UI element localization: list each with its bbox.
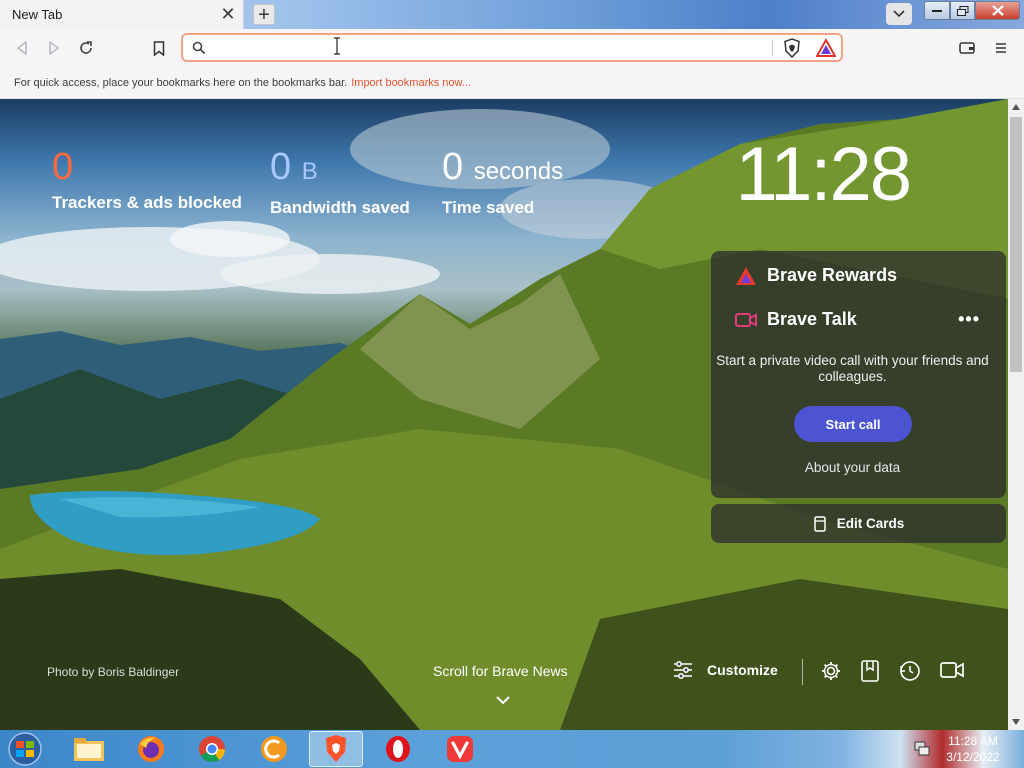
- address-bar[interactable]: [181, 33, 843, 62]
- back-icon[interactable]: [9, 35, 35, 61]
- window-minimize-button[interactable]: [924, 1, 950, 20]
- vivaldi-icon[interactable]: [433, 731, 487, 767]
- brave-rewards-title: Brave Rewards: [767, 265, 898, 285]
- time-unit: seconds: [473, 158, 564, 185]
- file-explorer-icon[interactable]: [62, 731, 116, 767]
- chevron-down-icon[interactable]: [495, 692, 511, 710]
- scroll-for-brave-news[interactable]: Scroll for Brave News: [433, 663, 568, 679]
- bookmark-icon[interactable]: [146, 35, 172, 61]
- network-icon[interactable]: [914, 740, 930, 761]
- system-time: 11:28 AM: [948, 734, 998, 748]
- bandwidth-value: 0: [270, 146, 292, 188]
- brave-shields-icon[interactable]: [782, 38, 802, 63]
- bandwidth-stat: 0 B Bandwidth saved: [270, 145, 410, 218]
- scrollbar-thumb[interactable]: [1010, 117, 1022, 372]
- title-bar: New Tab ✕ +: [0, 0, 1024, 29]
- brave-rewards-header[interactable]: Brave Rewards: [735, 265, 897, 286]
- ccleaner-icon[interactable]: [247, 731, 301, 767]
- taskbar: 11:28 AM 3/12/2022: [0, 730, 1024, 768]
- time-value: 0: [442, 146, 464, 188]
- toolbar: [0, 29, 1024, 67]
- edit-cards-button[interactable]: Edit Cards: [711, 504, 1006, 543]
- trackers-stat: 0 Trackers & ads blocked: [52, 145, 242, 213]
- window-close-button[interactable]: [975, 1, 1020, 20]
- scroll-up-icon[interactable]: [1008, 99, 1024, 115]
- trackers-label: Trackers & ads blocked: [52, 193, 242, 212]
- history-icon[interactable]: [899, 660, 921, 687]
- scroll-down-icon[interactable]: [1008, 714, 1024, 730]
- brave-talk-title: Brave Talk: [767, 309, 857, 329]
- brave-icon[interactable]: [309, 731, 363, 767]
- firefox-icon[interactable]: [124, 731, 178, 767]
- new-tab-button[interactable]: +: [253, 4, 275, 25]
- clock: 11:28: [735, 132, 912, 217]
- vertical-scrollbar[interactable]: [1008, 99, 1024, 730]
- bandwidth-unit: B: [301, 158, 318, 185]
- forward-icon[interactable]: [41, 35, 67, 61]
- card-more-icon[interactable]: •••: [958, 309, 980, 330]
- brave-talk-header[interactable]: Brave Talk: [735, 309, 857, 330]
- text-cursor-icon: [333, 37, 341, 60]
- tab-new-tab[interactable]: New Tab ✕: [0, 0, 244, 29]
- menu-icon[interactable]: [988, 35, 1014, 61]
- bookmarks-bar: For quick access, place your bookmarks h…: [0, 67, 1024, 99]
- import-bookmarks-link[interactable]: Import bookmarks now...: [351, 77, 471, 89]
- brave-rewards-icon[interactable]: [815, 37, 837, 63]
- photo-credit[interactable]: Photo by Boris Baldinger: [47, 665, 179, 679]
- time-label: Time saved: [442, 198, 535, 217]
- tab-title: New Tab: [12, 7, 63, 22]
- bookmarks-icon[interactable]: [860, 660, 880, 687]
- settings-icon[interactable]: [820, 660, 842, 687]
- time-stat: 0 seconds Time saved: [442, 145, 563, 218]
- reload-icon[interactable]: [73, 35, 99, 61]
- brave-talk-logo-icon: [735, 312, 757, 327]
- sliders-icon: [674, 661, 692, 679]
- start-call-button[interactable]: Start call: [794, 406, 912, 442]
- window-restore-button[interactable]: [950, 1, 975, 20]
- new-tab-page: 0 Trackers & ads blocked 0 B Bandwidth s…: [0, 99, 1008, 730]
- opera-icon[interactable]: [371, 731, 425, 767]
- search-icon: [192, 41, 206, 60]
- footer-divider: [802, 659, 803, 685]
- trackers-count: 0: [52, 146, 74, 188]
- edit-cards-icon: [813, 515, 826, 532]
- about-your-data-link[interactable]: About your data: [711, 460, 994, 475]
- tab-close-icon[interactable]: ✕: [217, 4, 239, 26]
- brave-talk-icon[interactable]: [940, 660, 964, 685]
- bandwidth-label: Bandwidth saved: [270, 198, 410, 217]
- url-input[interactable]: [215, 39, 775, 57]
- chrome-icon[interactable]: [185, 731, 239, 767]
- brave-rewards-logo-icon: [736, 266, 756, 285]
- wallet-icon[interactable]: [954, 35, 980, 61]
- edit-cards-label: Edit Cards: [836, 516, 905, 531]
- customize-label: Customize: [707, 662, 778, 678]
- system-clock[interactable]: 11:28 AM 3/12/2022: [940, 733, 1006, 765]
- brave-widgets-card: Brave Rewards Brave Talk ••• Start a pri…: [711, 251, 1006, 498]
- start-button[interactable]: [4, 731, 46, 767]
- customize-button[interactable]: Customize: [673, 661, 778, 679]
- bookmarks-bar-message: For quick access, place your bookmarks h…: [14, 76, 348, 89]
- system-date: 3/12/2022: [946, 750, 1000, 764]
- url-separator: [772, 40, 773, 56]
- tab-search-chevron-icon[interactable]: [886, 3, 912, 25]
- brave-talk-description: Start a private video call with your fri…: [716, 353, 989, 384]
